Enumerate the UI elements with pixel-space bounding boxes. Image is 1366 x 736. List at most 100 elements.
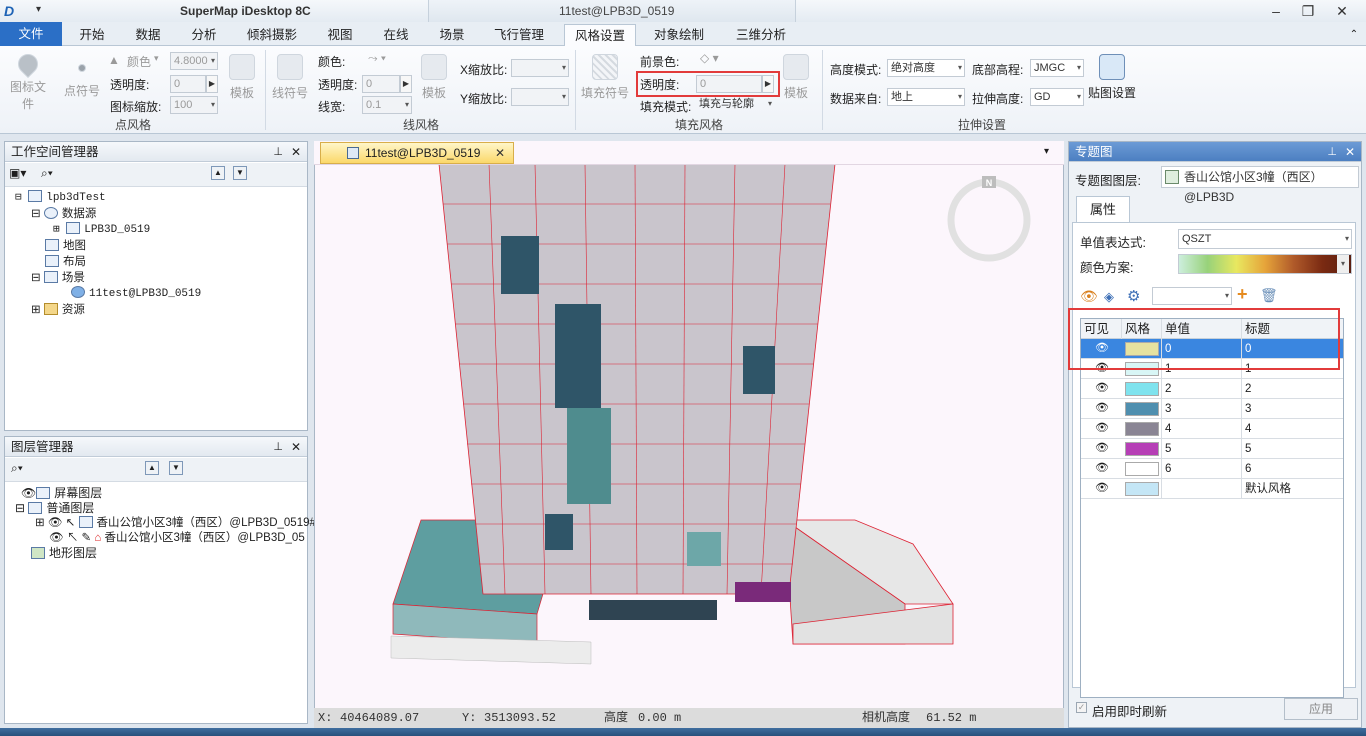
app-logo-icon[interactable]: D bbox=[4, 3, 20, 19]
layer-item-normal[interactable]: ⊟ 普通图层 bbox=[15, 500, 94, 516]
height-mode-select[interactable]: 绝对高度 ▾ bbox=[887, 59, 965, 77]
tab-online[interactable]: 在线 bbox=[370, 24, 422, 46]
tab-style-settings[interactable]: 风格设置 bbox=[564, 24, 636, 46]
minimize-icon[interactable]: – bbox=[1262, 2, 1290, 20]
table-row[interactable]: 👁 6 6 bbox=[1081, 459, 1343, 479]
tree-item-resources[interactable]: ⊞ 资源 bbox=[31, 302, 85, 318]
layer-item-terrain[interactable]: 地形图层 bbox=[31, 545, 97, 561]
quick-access-dropdown-icon[interactable]: ▾ bbox=[36, 4, 41, 15]
eye-icon[interactable]: 👁 bbox=[1095, 441, 1109, 454]
cell-value[interactable]: 6 bbox=[1161, 459, 1241, 479]
edit-pencil-icon[interactable]: ✎ bbox=[82, 532, 92, 544]
cell-value[interactable]: 1 bbox=[1161, 359, 1241, 379]
select-cursor-icon[interactable]: ↖ bbox=[66, 517, 76, 529]
thematic-layer-select[interactable]: 香山公馆小区3幢（西区）@LPB3D bbox=[1161, 166, 1359, 204]
eye-icon[interactable]: 👁 bbox=[49, 532, 64, 544]
eye-icon[interactable]: 👁 bbox=[1095, 401, 1109, 414]
close-icon[interactable]: ✕ bbox=[291, 142, 301, 162]
extrude-height-select[interactable]: GD ▾ bbox=[1030, 88, 1084, 106]
pin-icon[interactable]: ⊥ bbox=[273, 142, 283, 162]
cell-value[interactable]: 4 bbox=[1161, 419, 1241, 439]
fill-mode-select[interactable]: 填充与轮廓 ▾ bbox=[696, 96, 774, 114]
move-down-icon[interactable]: ▼ bbox=[233, 166, 247, 180]
cell-title[interactable]: 2 bbox=[1241, 379, 1345, 399]
paint-bucket-icon[interactable]: ◇ ▾ bbox=[700, 51, 719, 65]
tree-item-maps[interactable]: 地图 bbox=[45, 238, 86, 254]
close-icon[interactable]: ✕ bbox=[495, 143, 505, 163]
table-row[interactable]: 👁 5 5 bbox=[1081, 439, 1343, 459]
tree-item-scenes[interactable]: ⊟ 场景 bbox=[31, 270, 85, 286]
point-scale-input[interactable]: 100 ▾ bbox=[170, 96, 218, 114]
layer-item-building-theme[interactable]: ⊞ 👁 ↖ 香山公馆小区3幢（西区）@LPB3D_0519# bbox=[35, 515, 316, 531]
tab-list-dropdown-icon[interactable]: ▾ bbox=[1044, 146, 1049, 157]
line-color-picker-icon[interactable]: ⤳ ▾ bbox=[368, 51, 386, 66]
table-row[interactable]: 👁 1 1 bbox=[1081, 359, 1343, 379]
table-row[interactable]: 👁 2 2 bbox=[1081, 379, 1343, 399]
line-symbol-button[interactable]: 线符号 bbox=[268, 54, 312, 101]
fill-transparency-input[interactable]: 0 bbox=[696, 75, 762, 93]
x-scale-input[interactable]: ▾ bbox=[511, 59, 569, 77]
gear-icon[interactable]: ⚙ bbox=[1127, 287, 1140, 305]
cell-title[interactable]: 5 bbox=[1241, 439, 1345, 459]
workspace-menu-icon[interactable]: ▣▾ bbox=[9, 166, 26, 180]
cell-title[interactable]: 6 bbox=[1241, 459, 1345, 479]
move-up-icon[interactable]: ▲ bbox=[211, 166, 225, 180]
table-row[interactable]: 👁 0 0 bbox=[1081, 339, 1343, 359]
tab-properties[interactable]: 属性 bbox=[1076, 196, 1130, 222]
style-swatch[interactable] bbox=[1125, 382, 1159, 396]
fill-template-button[interactable]: 模板 bbox=[774, 54, 818, 101]
cell-value[interactable] bbox=[1161, 479, 1241, 499]
tab-view[interactable]: 视图 bbox=[314, 24, 366, 46]
fill-symbol-button[interactable]: 填充符号 bbox=[580, 54, 630, 101]
apply-button[interactable]: 应用 bbox=[1284, 698, 1358, 720]
move-down-icon[interactable]: ▼ bbox=[169, 461, 183, 475]
line-width-input[interactable]: 0.1 ▾ bbox=[362, 96, 412, 114]
cell-title[interactable]: 0 bbox=[1241, 339, 1345, 359]
style-swatch[interactable] bbox=[1125, 402, 1159, 416]
pin-icon[interactable]: ⊥ bbox=[1327, 142, 1337, 162]
tab-analysis[interactable]: 分析 bbox=[178, 24, 230, 46]
column-header-title[interactable]: 标题 bbox=[1241, 319, 1345, 339]
data-from-select[interactable]: 地上 ▾ bbox=[887, 88, 965, 106]
texture-settings-button[interactable]: 贴图设置 bbox=[1086, 54, 1138, 101]
style-swatch[interactable] bbox=[1125, 482, 1159, 496]
visibility-toggle-icon[interactable]: 👁 bbox=[1080, 288, 1098, 305]
tree-item-layouts[interactable]: 布局 bbox=[45, 254, 86, 270]
tab-file[interactable]: 文件 bbox=[0, 22, 62, 46]
layer-item-screen[interactable]: 👁 屏幕图层 bbox=[21, 485, 102, 501]
auto-refresh-checkbox[interactable]: ✓ bbox=[1076, 702, 1087, 713]
tree-item-datasource-lpb3d[interactable]: ⊞ LPB3D_0519 bbox=[53, 222, 150, 238]
eye-icon[interactable]: 👁 bbox=[1095, 421, 1109, 434]
cell-value[interactable]: 3 bbox=[1161, 399, 1241, 419]
select-cursor-icon[interactable]: ↖ bbox=[67, 532, 79, 544]
tree-item-scene-11test[interactable]: 11test@LPB3D_0519 bbox=[71, 286, 201, 302]
style-swatch[interactable] bbox=[1125, 442, 1159, 456]
base-elevation-select[interactable]: JMGC ▾ bbox=[1030, 59, 1084, 77]
tree-item-workspace[interactable]: ⊟ lpb3dTest bbox=[15, 190, 106, 206]
tab-oblique[interactable]: 倾斜摄影 bbox=[236, 24, 308, 46]
column-header-style[interactable]: 风格 bbox=[1121, 319, 1161, 339]
building-3d-render[interactable]: N bbox=[315, 164, 1065, 730]
table-row[interactable]: 👁 默认风格 bbox=[1081, 479, 1343, 499]
eye-icon[interactable]: 👁 bbox=[1095, 361, 1109, 374]
cell-title[interactable]: 1 bbox=[1241, 359, 1345, 379]
pin-icon[interactable]: ⊥ bbox=[273, 437, 283, 457]
tab-start[interactable]: 开始 bbox=[66, 24, 118, 46]
style-swatch[interactable] bbox=[1125, 342, 1159, 356]
y-scale-input[interactable]: ▾ bbox=[511, 88, 569, 106]
close-icon[interactable]: ✕ bbox=[1345, 142, 1355, 162]
tab-data[interactable]: 数据 bbox=[122, 24, 174, 46]
color-scheme-select[interactable]: ▾ bbox=[1178, 254, 1352, 274]
point-size-input[interactable]: 4.8000 ▾ bbox=[170, 52, 218, 70]
cell-value[interactable]: 5 bbox=[1161, 439, 1241, 459]
close-icon[interactable]: ✕ bbox=[1328, 2, 1356, 20]
point-transparency-spin[interactable]: ▶ bbox=[206, 75, 218, 93]
layer-item-building[interactable]: 👁 ↖ ✎ ⌂ 香山公馆小区3幢（西区）@LPB3D_05 bbox=[49, 530, 305, 546]
fill-transparency-spin[interactable]: ▶ bbox=[762, 75, 774, 93]
document-tab-scene[interactable]: 11test@LPB3D_0519 ✕ bbox=[320, 142, 514, 164]
compass-ring[interactable] bbox=[947, 178, 1031, 262]
style-swatch[interactable] bbox=[1125, 362, 1159, 376]
tab-3d-analysis[interactable]: 三维分析 bbox=[724, 24, 798, 46]
style-swatch[interactable] bbox=[1125, 462, 1159, 476]
point-color-dropdown-icon[interactable]: ▾ bbox=[154, 53, 159, 64]
